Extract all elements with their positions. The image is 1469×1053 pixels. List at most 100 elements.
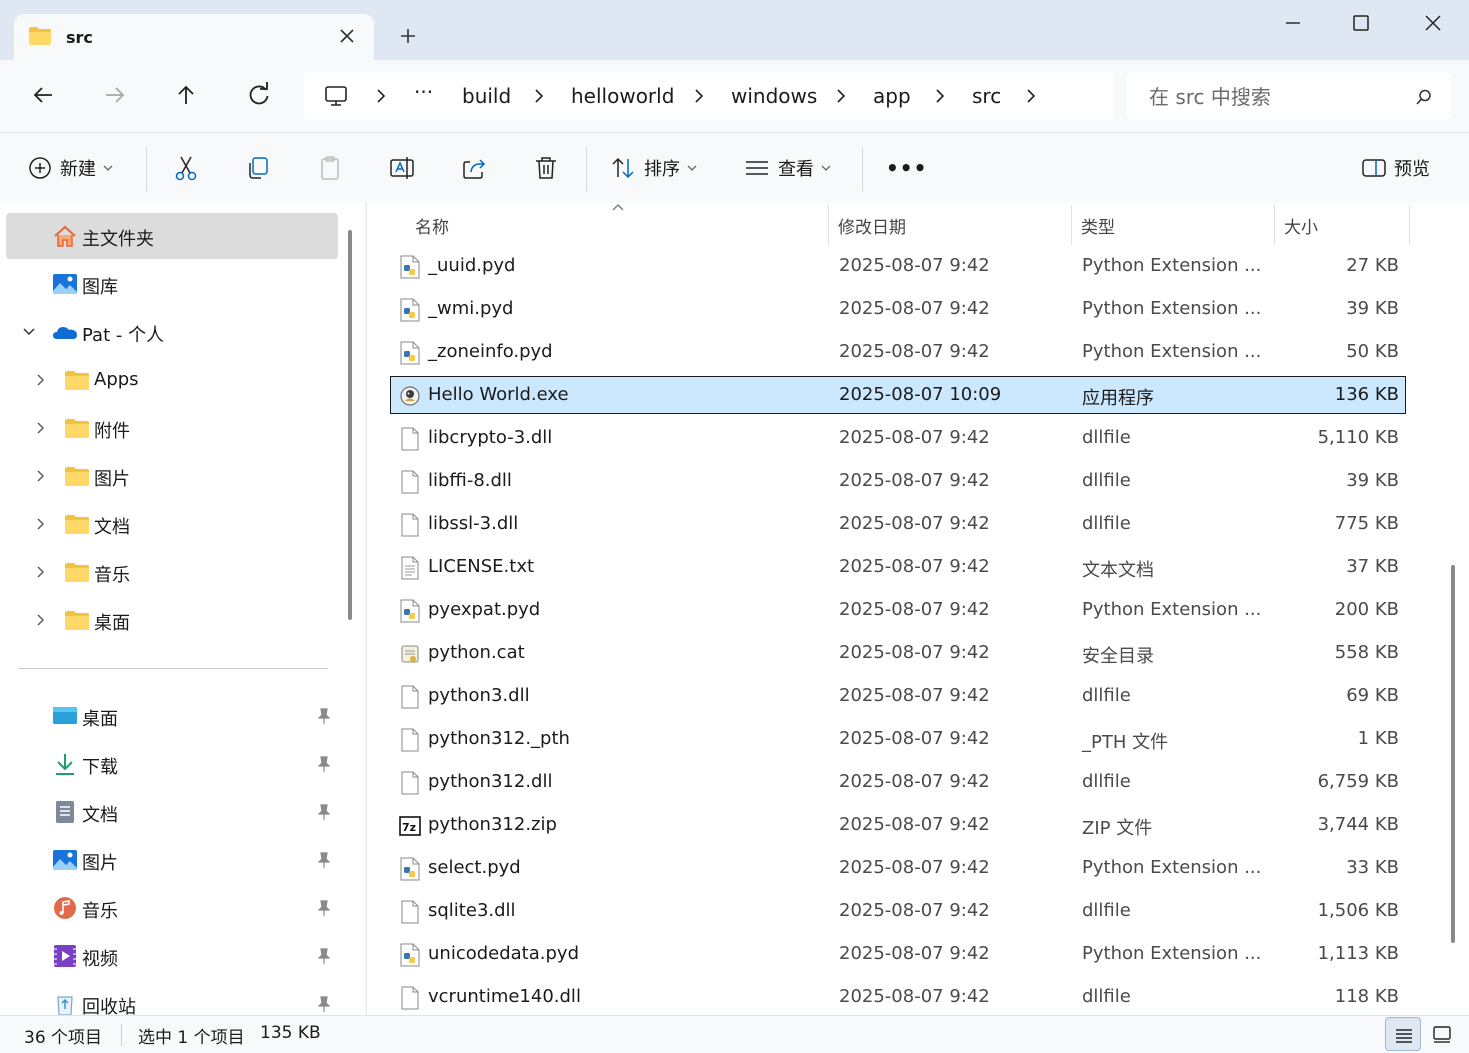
sidebar-item-label: 下载 xyxy=(82,757,118,778)
file-row[interactable]: Hello World.exe 2025-08-07 10:09 应用程序 136 K… xyxy=(390,376,1406,414)
chevron-right-icon[interactable] xyxy=(34,373,48,387)
computer-icon[interactable] xyxy=(324,84,348,108)
chevron-right-icon[interactable] xyxy=(34,565,48,579)
column-divider[interactable] xyxy=(1071,205,1072,245)
forward-arrow-icon[interactable] xyxy=(100,80,130,110)
chevron-right-icon[interactable] xyxy=(692,88,706,104)
pin-icon[interactable] xyxy=(316,899,332,917)
up-arrow-icon[interactable] xyxy=(171,80,201,110)
sidebar-item-attachments[interactable]: 附件 xyxy=(6,405,338,451)
chevron-right-icon[interactable] xyxy=(532,88,546,104)
chevron-right-icon[interactable] xyxy=(374,88,388,104)
file-row[interactable]: _wmi.pyd 2025-08-07 9:42 Python Extension … xyxy=(391,291,1405,327)
paste-button[interactable] xyxy=(316,153,344,183)
refresh-icon[interactable] xyxy=(244,80,274,110)
sidebar-item-music[interactable]: 音乐 xyxy=(6,549,338,595)
quick-access-pictures[interactable]: 图片 xyxy=(6,837,338,883)
file-row[interactable]: LICENSE.txt 2025-08-07 9:42 文本文档 37 KB xyxy=(391,549,1405,585)
chevron-right-icon[interactable] xyxy=(834,88,848,104)
file-row[interactable]: pyexpat.pyd 2025-08-07 9:42 Python Extensi… xyxy=(391,592,1405,628)
column-header-name[interactable]: 名称 xyxy=(415,213,449,247)
quick-access-desktop[interactable]: 桌面 xyxy=(6,693,338,739)
file-row[interactable]: libffi-8.dll 2025-08-07 9:42 dllfile 39 KB xyxy=(391,463,1405,499)
pin-icon[interactable] xyxy=(316,755,332,773)
sidebar-item-home[interactable]: 主文件夹 xyxy=(6,213,338,259)
maximize-icon[interactable] xyxy=(1346,10,1376,36)
sidebar-item-pictures[interactable]: 图片 xyxy=(6,453,338,499)
file-name: python312.zip xyxy=(428,814,557,835)
file-row[interactable]: _uuid.pyd 2025-08-07 9:42 Python Extension… xyxy=(391,248,1405,284)
view-button[interactable]: 查看 xyxy=(744,153,832,183)
file-row[interactable]: python3.dll 2025-08-07 9:42 dllfile 69 KB xyxy=(391,678,1405,714)
tab-src[interactable]: src xyxy=(14,14,374,60)
column-divider[interactable] xyxy=(1274,205,1275,245)
file-list-scrollbar[interactable] xyxy=(1451,565,1455,943)
cut-button[interactable] xyxy=(172,153,200,183)
chevron-right-icon[interactable] xyxy=(34,421,48,435)
chevron-right-icon[interactable] xyxy=(34,517,48,531)
chevron-down-icon[interactable] xyxy=(22,325,36,339)
breadcrumb-windows[interactable]: windows xyxy=(731,84,817,108)
quick-access-recycle-bin[interactable]: 回收站 xyxy=(6,981,338,1015)
column-divider[interactable] xyxy=(1409,205,1410,245)
chevron-right-icon[interactable] xyxy=(34,613,48,627)
minimize-icon[interactable] xyxy=(1278,10,1308,36)
file-row[interactable]: libcrypto-3.dll 2025-08-07 9:42 dllfile 5,1… xyxy=(391,420,1405,456)
breadcrumb[interactable]: ··· build helloworld windows app src xyxy=(304,72,1114,120)
delete-button[interactable] xyxy=(532,153,560,183)
search-input[interactable] xyxy=(1147,82,1411,112)
pin-icon[interactable] xyxy=(316,803,332,821)
chevron-right-icon[interactable] xyxy=(933,88,947,104)
file-row[interactable]: select.pyd 2025-08-07 9:42 Python Extensio… xyxy=(391,850,1405,886)
quick-access-documents[interactable]: 文档 xyxy=(6,789,338,835)
thumbnail-view-button[interactable] xyxy=(1424,1017,1460,1051)
chevron-right-icon[interactable] xyxy=(34,469,48,483)
close-window-icon[interactable] xyxy=(1418,10,1448,36)
file-row[interactable]: python312.dll 2025-08-07 9:42 dllfile 6,759… xyxy=(391,764,1405,800)
back-arrow-icon[interactable] xyxy=(28,80,58,110)
quick-access-downloads[interactable]: 下载 xyxy=(6,741,338,787)
preview-button[interactable]: 预览 xyxy=(1362,153,1430,183)
pin-icon[interactable] xyxy=(316,995,332,1013)
details-view-button[interactable] xyxy=(1385,1017,1421,1051)
column-header-date[interactable]: 修改日期 xyxy=(838,213,906,247)
file-row[interactable]: sqlite3.dll 2025-08-07 9:42 dllfile 1,506 K… xyxy=(391,893,1405,929)
breadcrumb-helloworld[interactable]: helloworld xyxy=(571,84,674,108)
breadcrumb-build[interactable]: build xyxy=(462,84,511,108)
breadcrumb-app[interactable]: app xyxy=(873,84,911,108)
pin-icon[interactable] xyxy=(316,707,332,725)
file-row[interactable]: _zoneinfo.pyd 2025-08-07 9:42 Python Exten… xyxy=(391,334,1405,370)
file-row[interactable]: vcruntime140.dll 2025-08-07 9:42 dllfile 11… xyxy=(391,979,1405,1015)
file-row[interactable]: libssl-3.dll 2025-08-07 9:42 dllfile 775 KB xyxy=(391,506,1405,542)
search-icon[interactable] xyxy=(1415,88,1433,106)
file-row[interactable]: 7z python312.zip 2025-08-07 9:42 ZIP 文件 3,74… xyxy=(391,807,1405,843)
sort-button[interactable]: 排序 xyxy=(610,153,698,183)
sidebar-item-desktop[interactable]: 桌面 xyxy=(6,597,338,643)
close-tab-icon[interactable] xyxy=(336,25,358,47)
sidebar-scrollbar[interactable] xyxy=(348,230,352,620)
new-tab-icon[interactable] xyxy=(396,24,420,48)
sidebar-item-onedrive[interactable]: Pat - 个人 xyxy=(6,309,338,355)
column-divider[interactable] xyxy=(828,205,829,245)
column-header-type[interactable]: 类型 xyxy=(1081,213,1115,247)
sidebar-item-documents[interactable]: 文档 xyxy=(6,501,338,547)
breadcrumb-src[interactable]: src xyxy=(972,84,1001,108)
column-header-size[interactable]: 大小 xyxy=(1284,213,1318,247)
search-box[interactable] xyxy=(1127,72,1451,120)
file-row[interactable]: python312._pth 2025-08-07 9:42 _PTH 文件 1 KB xyxy=(391,721,1405,757)
quick-access-music[interactable]: 音乐 xyxy=(6,885,338,931)
more-options-button[interactable]: ••• xyxy=(886,153,927,183)
sidebar-item-gallery[interactable]: 图库 xyxy=(6,261,338,307)
copy-button[interactable] xyxy=(244,153,272,183)
quick-access-videos[interactable]: 视频 xyxy=(6,933,338,979)
sidebar-item-apps[interactable]: Apps xyxy=(6,357,338,403)
pin-icon[interactable] xyxy=(316,851,332,869)
file-row[interactable]: unicodedata.pyd 2025-08-07 9:42 Python Ext… xyxy=(391,936,1405,972)
breadcrumb-overflow[interactable]: ··· xyxy=(414,80,433,104)
new-button[interactable]: 新建 xyxy=(28,153,114,183)
pin-icon[interactable] xyxy=(316,947,332,965)
share-button[interactable] xyxy=(460,153,488,183)
chevron-right-icon[interactable] xyxy=(1024,88,1038,104)
file-row[interactable]: python.cat 2025-08-07 9:42 安全目录 558 KB xyxy=(391,635,1405,671)
rename-button[interactable] xyxy=(388,153,416,183)
